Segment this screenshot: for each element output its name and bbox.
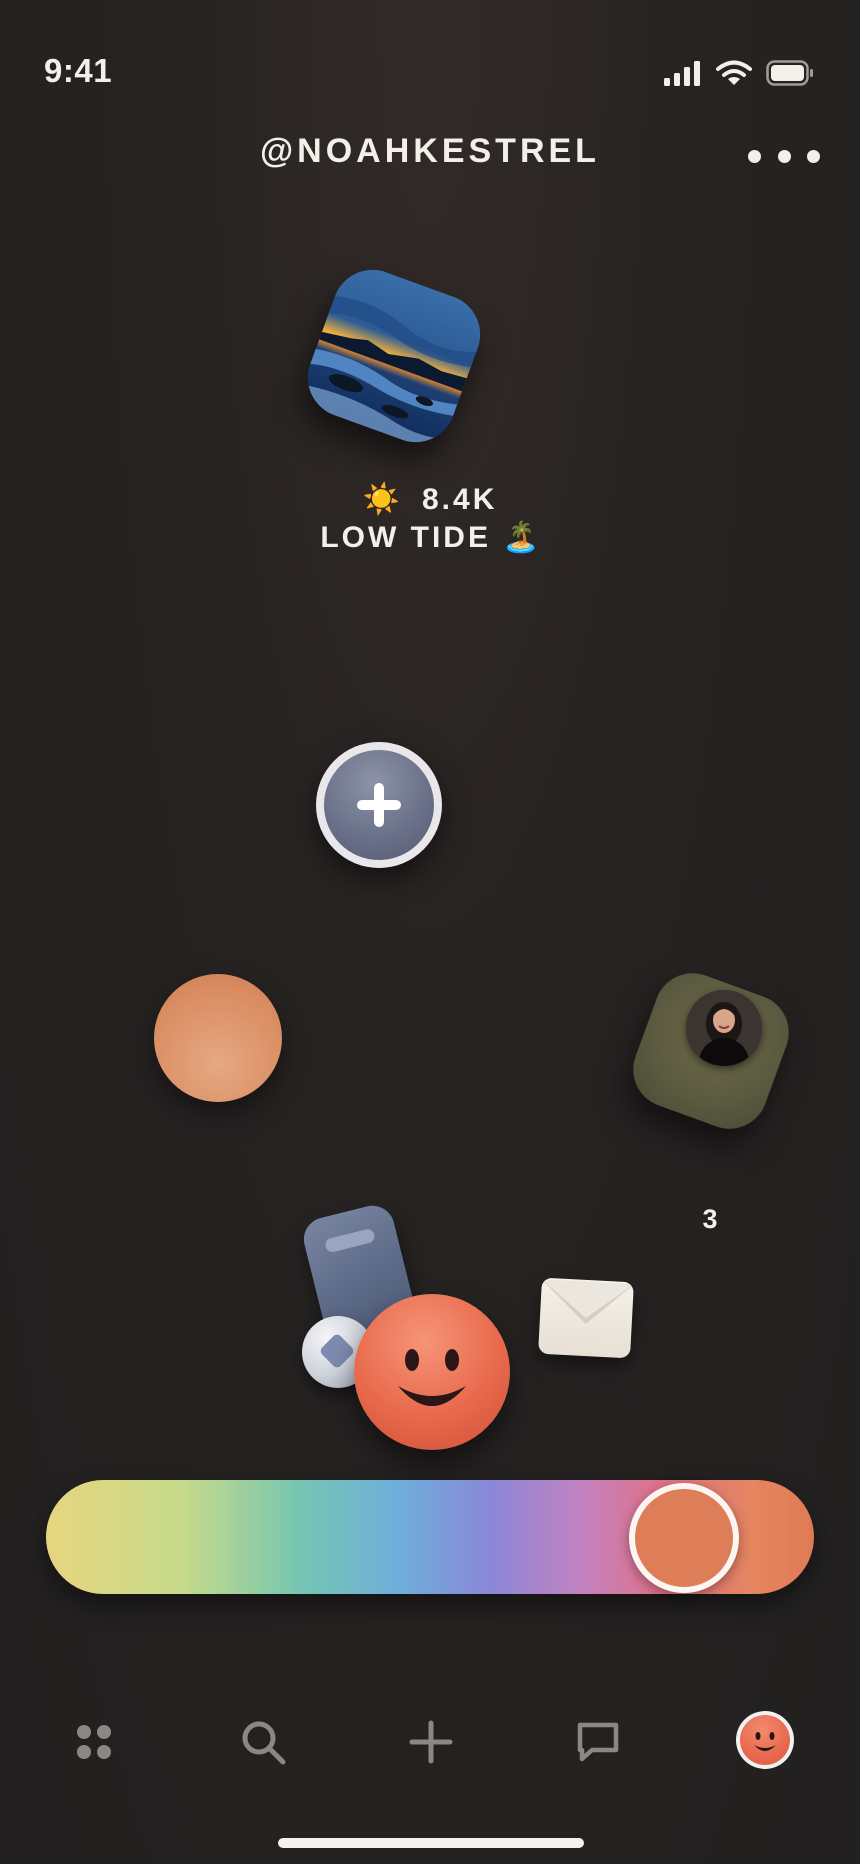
battery-icon: [766, 60, 814, 91]
plus-icon: [409, 1720, 453, 1764]
smiley-avatar-icon: [740, 1715, 790, 1765]
sunset-beach-photo: [296, 258, 492, 454]
profile-username: @NOAHKESTREL: [260, 132, 600, 170]
search-icon: [242, 1721, 286, 1765]
stat-value: 8.4K: [421, 483, 498, 516]
smiley-face-icon: [398, 1349, 466, 1406]
home-indicator[interactable]: [278, 1838, 584, 1848]
add-button[interactable]: [316, 742, 442, 868]
phone-notch: [323, 1227, 376, 1254]
status-time: 9:41: [44, 52, 113, 89]
slider-thumb[interactable]: [628, 1483, 739, 1593]
ellipsis-dot: [748, 149, 761, 163]
diamond-icon: [318, 1332, 356, 1370]
tab-home[interactable]: [64, 1712, 124, 1772]
envelope-icon: [541, 1279, 634, 1324]
envelope-object[interactable]: [538, 1277, 634, 1359]
friend-count: 3: [702, 1204, 718, 1234]
sun-icon: ☀️: [362, 483, 400, 516]
friend-avatar[interactable]: [686, 990, 762, 1066]
tab-messages[interactable]: [568, 1712, 628, 1772]
more-options-button[interactable]: [748, 138, 820, 174]
grid-dots-icon: [77, 1725, 111, 1759]
plus-icon: [357, 783, 401, 827]
friend-photo: [686, 990, 762, 1066]
island-icon: 🏝️: [502, 521, 540, 554]
mood-slider[interactable]: [46, 1480, 814, 1594]
color-blob[interactable]: [154, 974, 282, 1102]
tab-search[interactable]: [233, 1712, 293, 1772]
mood-label: LOW TIDE: [320, 521, 491, 554]
tab-create[interactable]: [401, 1712, 461, 1772]
profile-photo[interactable]: [296, 258, 492, 454]
chat-bubble-icon: [577, 1722, 619, 1762]
cellular-signal-icon: [664, 60, 702, 91]
ellipsis-dot: [807, 149, 820, 163]
status-icons: [664, 60, 814, 91]
ellipsis-dot: [777, 149, 791, 163]
tab-profile[interactable]: [736, 1711, 794, 1769]
mood-row: LOW TIDE 🏝️: [0, 520, 860, 555]
smiley-object[interactable]: [354, 1294, 510, 1450]
add-button-face: [324, 750, 434, 860]
stat-row: ☀️ 8.4K: [0, 482, 860, 517]
wifi-icon: [716, 60, 752, 91]
